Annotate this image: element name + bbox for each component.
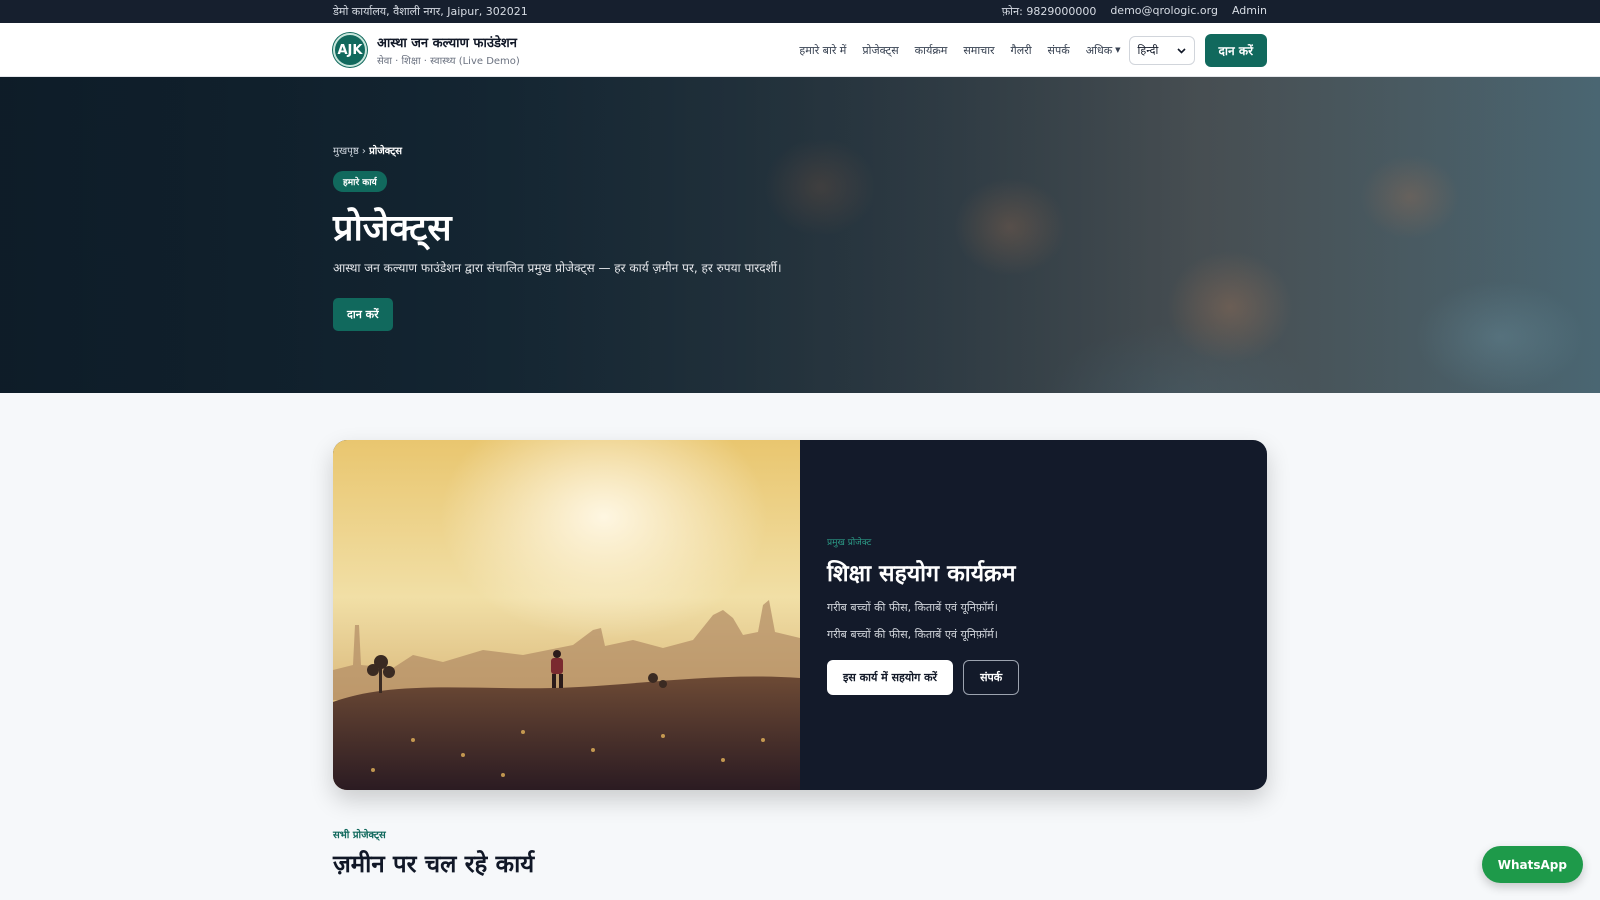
support-project-button[interactable]: इस कार्य में सहयोग करें	[827, 660, 954, 695]
main-navbar: AJK आस्था जन कल्याण फाउंडेशन सेवा · शिक्…	[0, 23, 1600, 77]
language-select[interactable]: हिन्दी	[1128, 35, 1195, 65]
whatsapp-button[interactable]: WhatsApp	[1481, 846, 1583, 883]
nav-item-news[interactable]: समाचार	[963, 43, 994, 58]
phone-link[interactable]: फ़ोन: 9829000000	[1002, 4, 1097, 19]
brand-home-link[interactable]: AJK आस्था जन कल्याण फाउंडेशन सेवा · शिक्…	[333, 33, 520, 67]
nav-more-label: अधिक	[1085, 43, 1113, 57]
language-value: हिन्दी	[1137, 43, 1159, 57]
featured-kicker: प्रमुख प्रोजेक्ट	[827, 538, 872, 548]
contact-button[interactable]: संपर्क	[963, 660, 1020, 695]
featured-project-card: प्रमुख प्रोजेक्ट शिक्षा सहयोग कार्यक्रम …	[333, 440, 1267, 790]
hero-tag-badge: हमारे कार्य	[333, 171, 387, 192]
office-address: डेमो कार्यालय, वैशाली नगर, Jaipur, 30202…	[333, 5, 528, 18]
breadcrumb-separator: ›	[361, 146, 366, 157]
breadcrumb-home-link[interactable]: मुखपृष्ठ	[333, 146, 359, 157]
caret-down-icon: ▼	[1115, 46, 1121, 54]
donate-button-nav[interactable]: दान करें	[1204, 33, 1267, 67]
featured-project-image	[333, 440, 800, 790]
nav-item-gallery[interactable]: गैलरी	[1011, 43, 1032, 58]
featured-project-details: प्रमुख प्रोजेक्ट शिक्षा सहयोग कार्यक्रम …	[800, 440, 1267, 790]
nav-item-about[interactable]: हमारे बारे में	[799, 43, 846, 58]
breadcrumb: मुखपृष्ठ › प्रोजेक्ट्स	[333, 143, 1267, 157]
nav-item-programs[interactable]: कार्यक्रम	[915, 43, 948, 58]
featured-text-1: गरीब बच्चों की फीस, किताबें एवं यूनिफ़ॉर…	[827, 601, 998, 614]
featured-text-2: गरीब बच्चों की फीस, किताबें एवं यूनिफ़ॉर…	[827, 628, 998, 641]
nav-item-projects[interactable]: प्रोजेक्ट्स	[862, 43, 898, 58]
all-projects-title: ज़मीन पर चल रहे कार्य	[333, 850, 535, 878]
primary-nav: हमारे बारे में प्रोजेक्ट्स कार्यक्रम समा…	[799, 33, 1267, 67]
donate-button-hero[interactable]: दान करें	[333, 298, 393, 331]
featured-title: शिक्षा सहयोग कार्यक्रम	[827, 561, 1016, 587]
chevron-down-icon	[1176, 44, 1186, 57]
breadcrumb-current: प्रोजेक्ट्स	[369, 146, 403, 157]
top-info-bar: डेमो कार्यालय, वैशाली नगर, Jaipur, 30202…	[0, 0, 1600, 23]
page-title: प्रोजेक्ट्स	[333, 208, 452, 249]
nav-item-contact[interactable]: संपर्क	[1048, 43, 1070, 58]
admin-link[interactable]: Admin	[1232, 4, 1267, 19]
nav-more-dropdown[interactable]: अधिक ▼	[1086, 43, 1121, 58]
hero-banner: मुखपृष्ठ › प्रोजेक्ट्स हमारे कार्य प्रोज…	[0, 77, 1600, 393]
org-logo: AJK	[333, 33, 367, 67]
org-name: आस्था जन कल्याण फाउंडेशन	[377, 36, 517, 51]
email-link[interactable]: demo@qrologic.org	[1110, 4, 1218, 19]
hero-description: आस्था जन कल्याण फाउंडेशन द्वारा संचालित …	[333, 261, 782, 275]
org-tagline: सेवा · शिक्षा · स्वास्थ्य (Live Demo)	[377, 56, 520, 67]
all-projects-kicker: सभी प्रोजेक्ट्स	[333, 830, 386, 841]
